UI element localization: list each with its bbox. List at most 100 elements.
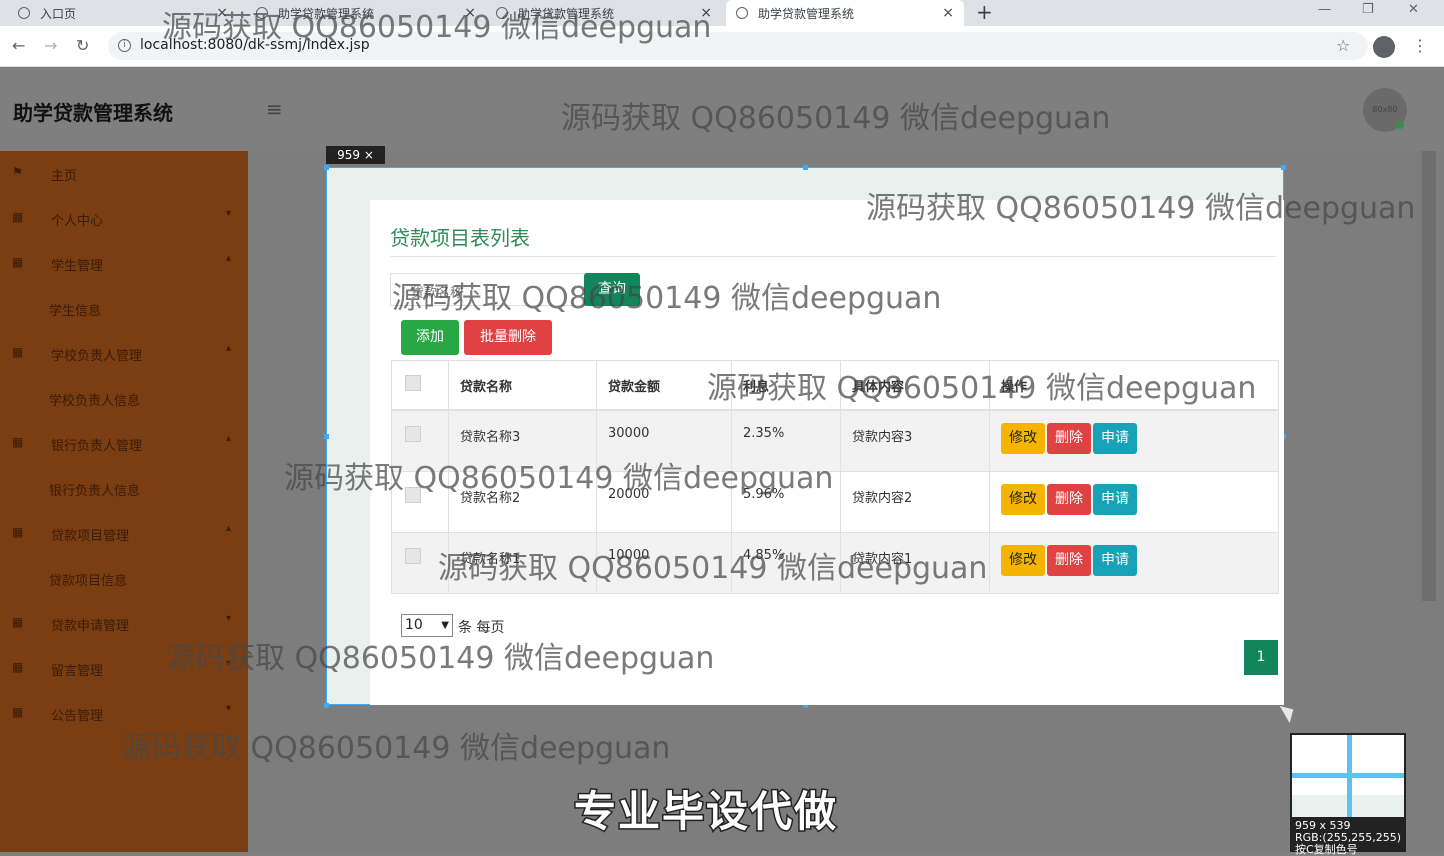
grid-icon: ▦: [12, 705, 24, 719]
caption-overlay: 专业毕设代做: [572, 786, 839, 838]
close-tab-icon[interactable]: ×: [942, 5, 954, 21]
sidebar-item-label: 学校负责人信息: [49, 394, 141, 409]
online-status-dot: [1396, 121, 1404, 129]
info-icon[interactable]: i: [118, 39, 131, 52]
page-button-current[interactable]: 1: [1244, 640, 1278, 675]
sidebar-item[interactable]: ▦ 学生管理 ▴: [0, 241, 248, 286]
resize-handle[interactable]: [803, 165, 808, 170]
chevron-down-icon: ▾: [226, 613, 232, 624]
chevron-down-icon: ▾: [226, 703, 232, 714]
resize-handle[interactable]: [324, 434, 329, 439]
chevron-up-icon: ▴: [226, 253, 232, 264]
chevron-up-icon: ▴: [226, 343, 232, 354]
sidebar-item[interactable]: 学生信息: [0, 286, 248, 331]
column-header[interactable]: 贷款名称: [448, 360, 597, 411]
sidebar-item-label: 银行负责人管理: [51, 439, 143, 454]
sidebar-item[interactable]: ▦ 个人中心 ▾: [0, 196, 248, 241]
sidebar-item-label: 银行负责人信息: [49, 484, 141, 499]
watermark: 源码获取 QQ86050149 微信deepguan: [707, 371, 1257, 406]
grid-icon: ▦: [12, 210, 24, 224]
select-all-checkbox[interactable]: [405, 375, 421, 391]
bookmark-star-icon[interactable]: ☆: [1336, 36, 1350, 55]
sidebar-item-label: 个人中心: [51, 214, 104, 229]
flag-icon: ⚑: [12, 165, 23, 179]
resize-handle[interactable]: [324, 703, 329, 708]
actions-cell: 修改 删除 申请: [989, 531, 1279, 594]
resize-handle[interactable]: [324, 165, 329, 170]
apply-button[interactable]: 申请: [1093, 544, 1137, 576]
sidebar-item[interactable]: 银行负责人信息: [0, 466, 248, 511]
grid-icon: ▦: [12, 525, 24, 539]
color-magnifier: 959 x 539 RGB:(255,255,255) 按C复制色号: [1290, 733, 1406, 856]
sidebar-item-label: 学生信息: [49, 304, 102, 319]
browser-tab-active[interactable]: 助学贷款管理系统 ×: [726, 0, 964, 26]
divider: [390, 256, 1276, 257]
selection-size-badge: 959 × 539: [326, 146, 385, 180]
grid-icon: ▦: [12, 660, 24, 674]
add-button[interactable]: 添加: [401, 320, 459, 355]
apply-button[interactable]: 申请: [1093, 423, 1137, 454]
resize-handle[interactable]: [1281, 165, 1286, 170]
grid-icon: ▦: [12, 255, 24, 269]
magnifier-info: 959 x 539 RGB:(255,255,255) 按C复制色号: [1295, 820, 1401, 856]
minimize-icon[interactable]: —: [1318, 0, 1331, 26]
back-icon[interactable]: ←: [12, 36, 25, 55]
sidebar-item-label: 贷款申请管理: [51, 619, 130, 634]
sidebar-item[interactable]: 贷款项目信息: [0, 556, 248, 601]
globe-icon: [18, 7, 30, 19]
row-checkbox[interactable]: [405, 426, 421, 442]
watermark: 源码获取 QQ86050149 微信deepguan: [121, 731, 671, 766]
watermark: 源码获取 QQ86050149 微信deepguan: [392, 281, 942, 316]
browser-menu-icon[interactable]: ⋮: [1412, 36, 1428, 55]
row-checkbox[interactable]: [405, 547, 421, 564]
delete-button[interactable]: 删除: [1047, 483, 1091, 515]
page-title: 贷款项目表列表: [390, 226, 530, 250]
edit-button[interactable]: 修改: [1001, 483, 1045, 515]
reload-icon[interactable]: ↻: [76, 36, 89, 55]
sidebar-item[interactable]: ⚑ 主页: [0, 151, 248, 196]
magnifier-preview: [1292, 735, 1404, 817]
apply-button[interactable]: 申请: [1093, 483, 1137, 515]
content-cell: 贷款内容3: [840, 409, 990, 472]
app-brand: 助学贷款管理系统: [13, 101, 173, 125]
sidebar-item-label: 学生管理: [51, 259, 104, 274]
content-cell: 贷款内容2: [840, 470, 990, 533]
magnifier-hint: 按C复制色号: [1295, 843, 1358, 856]
watermark: 源码获取 QQ86050149 微信deepguan: [561, 101, 1111, 136]
sidebar-item[interactable]: ▦ 银行负责人管理 ▴: [0, 421, 248, 466]
sidebar-item[interactable]: 学校负责人信息: [0, 376, 248, 421]
menu-toggle-icon[interactable]: ≡: [266, 97, 283, 121]
restore-icon[interactable]: ❐: [1362, 0, 1374, 26]
actions-cell: 修改 删除 申请: [989, 470, 1279, 533]
watermark: 源码获取 QQ86050149 微信deepguan: [284, 461, 834, 496]
watermark: 源码获取 QQ86050149 微信deepguan: [866, 191, 1416, 226]
profile-icon[interactable]: [1373, 36, 1395, 58]
sidebar-item-label: 公告管理: [51, 709, 104, 724]
sidebar-item[interactable]: ▦ 贷款项目管理 ▴: [0, 511, 248, 556]
sidebar-item-label: 贷款项目信息: [49, 574, 128, 589]
watermark: 源码获取 QQ86050149 微信deepguan: [162, 10, 712, 45]
sidebar-item-label: 主页: [51, 169, 78, 184]
sidebar-item-label: 贷款项目管理: [51, 529, 130, 544]
chevron-up-icon: ▴: [226, 523, 232, 534]
sidebar-item[interactable]: ▦ 学校负责人管理 ▴: [0, 331, 248, 376]
delete-button[interactable]: 删除: [1047, 423, 1091, 454]
page-size-value: 10: [405, 617, 423, 633]
batch-delete-button[interactable]: 批量删除: [464, 320, 552, 355]
sidebar-item-label: 留言管理: [51, 664, 104, 679]
grid-icon: ▦: [12, 345, 24, 359]
scrollbar[interactable]: [1422, 151, 1436, 601]
globe-icon: [736, 7, 748, 19]
select-all-cell: [391, 360, 449, 411]
forward-icon[interactable]: →: [44, 36, 57, 55]
new-tab-button[interactable]: +: [976, 0, 993, 26]
watermark: 源码获取 QQ86050149 微信deepguan: [438, 551, 988, 586]
edit-button[interactable]: 修改: [1001, 544, 1045, 576]
window-close-icon[interactable]: ✕: [1408, 0, 1419, 26]
watermark: 源码获取 QQ86050149 微信deepguan: [165, 641, 715, 676]
tab-title: 助学贷款管理系统: [758, 6, 855, 21]
edit-button[interactable]: 修改: [1001, 423, 1045, 454]
delete-button[interactable]: 删除: [1047, 544, 1091, 576]
tab-title: 入口页: [40, 6, 77, 21]
grid-icon: ▦: [12, 435, 24, 449]
